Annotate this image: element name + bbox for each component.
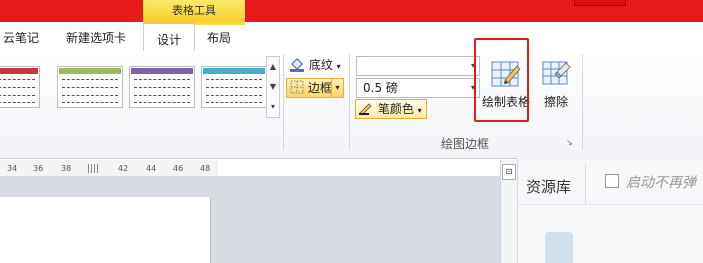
swatch-row-line: [62, 102, 118, 103]
resource-panel-title: 资源库: [526, 178, 572, 196]
eraser-icon: [542, 61, 571, 85]
chevron-down-icon[interactable]: ▾: [331, 79, 343, 97]
eraser-label: 擦除: [543, 95, 568, 109]
panel-divider: [517, 204, 703, 205]
pen-color-label: 笔颜色: [377, 102, 414, 116]
ruler-tick-label: 34: [7, 164, 18, 173]
pen-color-button[interactable]: 笔颜色 ▾: [355, 99, 427, 119]
borders-button[interactable]: 边框 ▾: [286, 78, 344, 98]
ruler-toggle-icon[interactable]: ⊡: [502, 164, 516, 180]
shading-label: 底纹: [308, 58, 333, 72]
pen-weight-value: 0.5 磅: [363, 81, 398, 95]
tab-cloud-notes[interactable]: 云笔记: [0, 22, 46, 51]
swatch-header: [59, 68, 121, 74]
table-style-swatch[interactable]: [0, 66, 40, 108]
resource-thumbnail[interactable]: [545, 232, 573, 263]
swatch-header: [0, 68, 38, 74]
pen-style-select[interactable]: ▾: [356, 56, 480, 76]
table-style-swatch[interactable]: [57, 66, 123, 108]
table-style-swatch[interactable]: [201, 66, 267, 108]
gallery-scroll-up-icon[interactable]: ▲: [267, 57, 279, 77]
swatch-row-line: [62, 95, 118, 96]
tab-design[interactable]: 设计: [143, 22, 195, 51]
chevron-down-icon: ▾: [417, 106, 422, 115]
border-grid-icon: [290, 80, 304, 94]
draw-table-highlight: [474, 38, 529, 122]
group-divider: [283, 54, 284, 150]
swatch-row-line: [62, 79, 118, 80]
title-bar-control[interactable]: [574, 0, 626, 6]
gallery-scrollbar[interactable]: ▲ ▼ ▾: [266, 56, 280, 118]
ruler-tick-label: 48: [200, 164, 211, 173]
chevron-down-icon: ▾: [336, 62, 341, 71]
swatch-row-line: [0, 79, 35, 80]
ruler-tick-label: 36: [33, 164, 44, 173]
table-style-swatch[interactable]: [129, 66, 195, 108]
swatch-row-line: [206, 102, 262, 103]
ruler-column-marker[interactable]: [88, 164, 100, 173]
swatch-row-line: [0, 102, 35, 103]
dialog-launcher-icon[interactable]: ↘: [566, 138, 576, 148]
paint-bucket-icon: [290, 58, 304, 72]
gallery-scroll-down-icon[interactable]: ▼: [267, 77, 279, 97]
swatch-row-line: [206, 95, 262, 96]
group-divider: [582, 54, 583, 150]
swatch-row-line: [206, 87, 262, 88]
context-tab-table-tools: 表格工具: [143, 0, 245, 22]
swatch-header: [131, 68, 193, 74]
swatch-row-line: [0, 87, 35, 88]
eraser-button[interactable]: 擦除: [528, 58, 584, 122]
ruler-tick-label: 42: [118, 164, 129, 173]
swatch-row-line: [134, 87, 190, 88]
swatch-row-line: [134, 102, 190, 103]
gallery-more-icon[interactable]: ▾: [267, 97, 279, 117]
swatch-row-line: [134, 79, 190, 80]
document-page[interactable]: [0, 197, 211, 263]
ruler-tick-label: 46: [173, 164, 184, 173]
swatch-row-line: [62, 87, 118, 88]
ruler-tick-label: 38: [61, 164, 72, 173]
dont-show-label: 启动不再弹: [626, 175, 696, 191]
pen-icon: [359, 103, 372, 116]
tab-new-tab[interactable]: 新建选项卡: [56, 22, 136, 51]
dont-show-checkbox[interactable]: [605, 174, 619, 188]
tab-layout[interactable]: 布局: [196, 22, 242, 51]
shading-button[interactable]: 底纹 ▾: [287, 55, 341, 75]
pen-weight-select[interactable]: 0.5 磅 ▾: [356, 78, 480, 98]
panel-divider: [585, 164, 586, 204]
borders-label: 边框: [307, 81, 332, 95]
swatch-row-line: [206, 79, 262, 80]
ruler-tick-label: 44: [146, 164, 157, 173]
swatch-row-line: [134, 95, 190, 96]
group-label-draw-borders: 绘图边框: [440, 137, 489, 151]
swatch-row-line: [0, 95, 35, 96]
swatch-header: [203, 68, 265, 74]
